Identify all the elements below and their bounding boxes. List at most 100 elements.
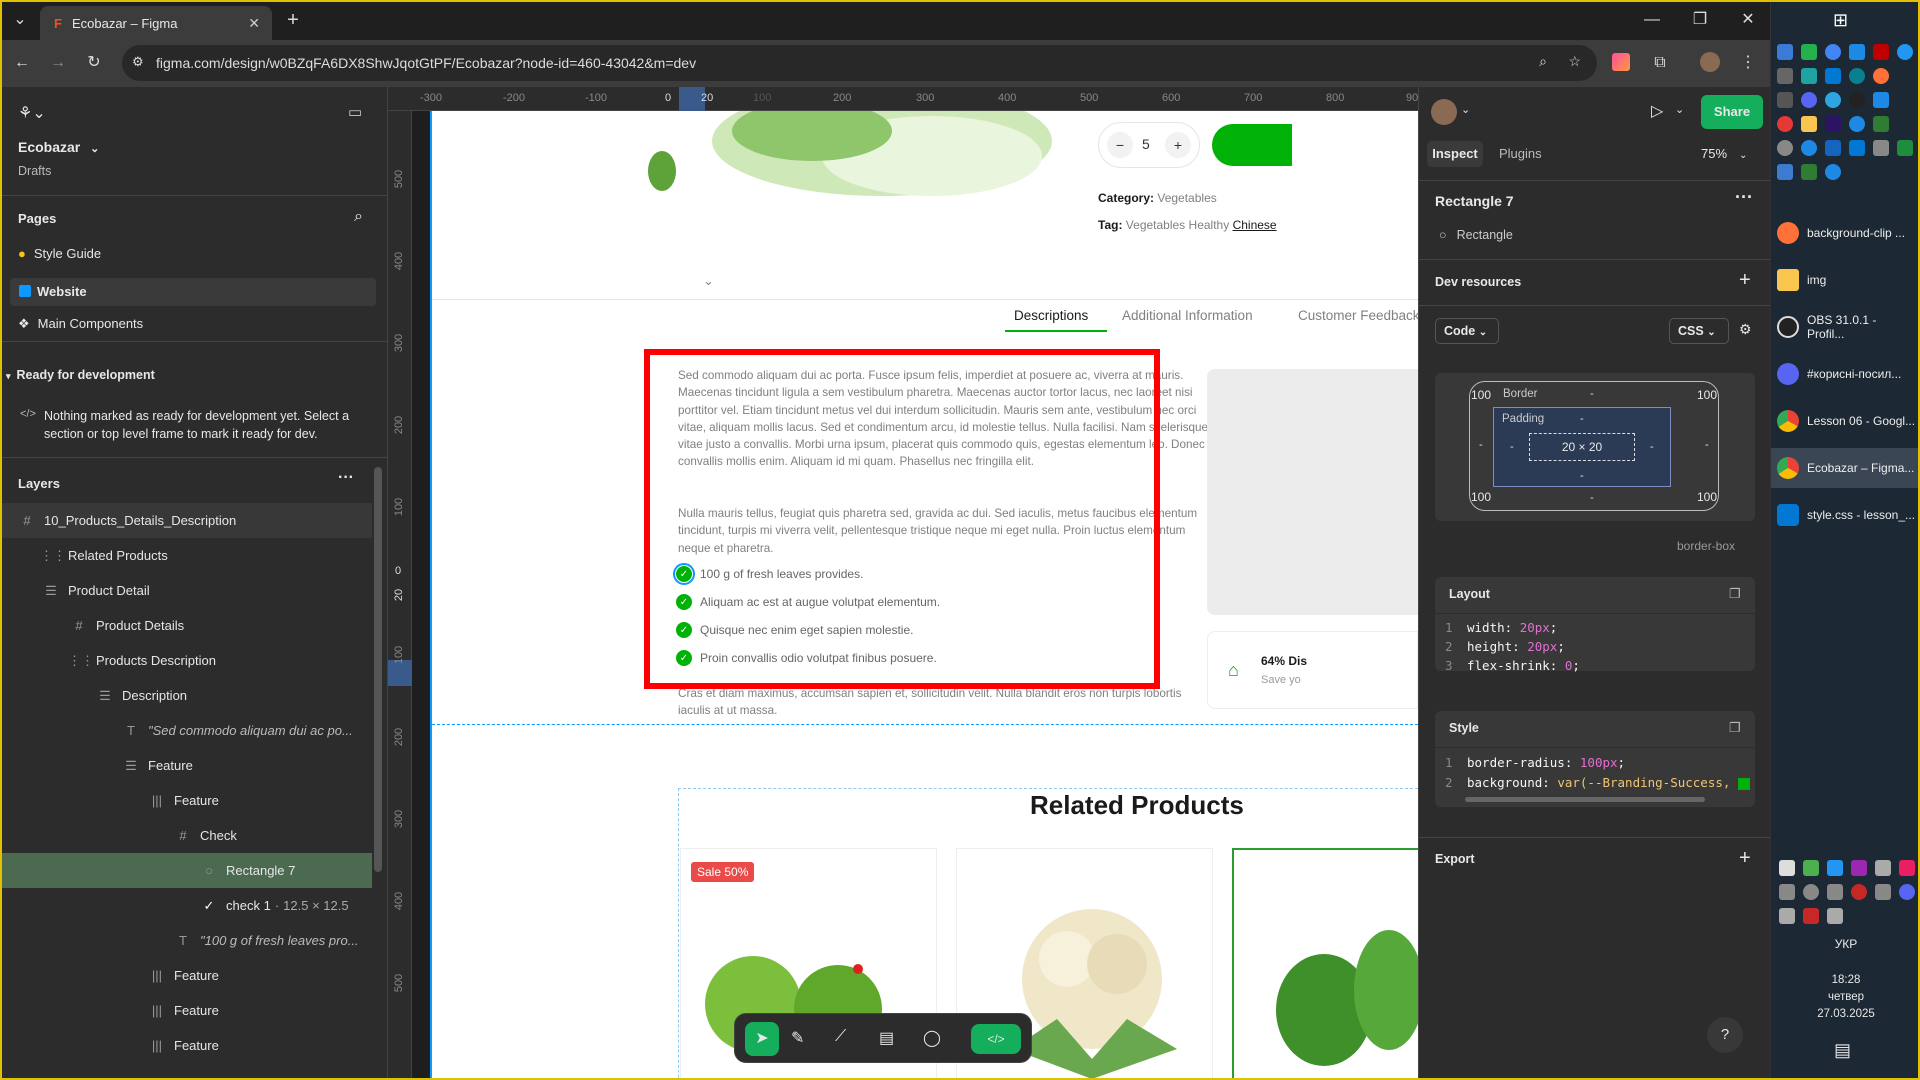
app-icon[interactable] (1777, 92, 1793, 108)
chevron-down-icon[interactable]: ⌄ (1675, 103, 1684, 116)
extensions-puzzle-icon[interactable]: ⧉ (1648, 51, 1672, 75)
taskbar-item-active[interactable]: Ecobazar – Figma... (1771, 448, 1920, 488)
chevron-down-icon[interactable]: ⌄ (1461, 103, 1470, 116)
app-icon[interactable] (1777, 164, 1793, 180)
page-item-main-components[interactable]: ❖ Main Components (18, 316, 143, 332)
layer-row[interactable]: #10_Products_Details_Description (0, 503, 372, 538)
close-tab-icon[interactable]: ✕ (248, 15, 260, 32)
add-to-cart-button[interactable] (1212, 124, 1292, 166)
search-pages-icon[interactable]: ⌕ (354, 208, 363, 226)
app-icon[interactable] (1777, 68, 1793, 84)
settings-sliders-icon[interactable]: ⚙ (1739, 321, 1752, 338)
layer-row[interactable]: ⋮⋮ Related Products (0, 538, 372, 573)
layer-row[interactable]: ||| Feature (0, 958, 372, 993)
taskbar-item[interactable]: img (1777, 260, 1917, 300)
tray-icon[interactable] (1827, 884, 1843, 900)
close-window-icon[interactable]: ✕ (1736, 8, 1760, 32)
back-icon[interactable]: ← (10, 51, 34, 75)
premiere-icon[interactable] (1825, 116, 1841, 132)
tray-icon[interactable] (1803, 908, 1819, 924)
tray-icon[interactable] (1851, 860, 1867, 876)
taskbar-item[interactable]: Lesson 06 - Googl... (1777, 401, 1917, 441)
tray-icon[interactable] (1779, 860, 1795, 876)
taskbar-item[interactable]: style.css - lesson_... (1777, 495, 1917, 535)
tray-icon[interactable] (1827, 860, 1843, 876)
decrease-button[interactable]: − (1107, 132, 1133, 158)
app-icon[interactable] (1897, 44, 1913, 60)
zoom-level[interactable]: 75% ⌄ (1701, 146, 1747, 161)
browser-tab[interactable]: F Ecobazar – Figma ✕ (40, 6, 272, 40)
folder-icon[interactable] (1801, 116, 1817, 132)
site-info-icon[interactable]: ⚙ (132, 54, 144, 70)
copy-icon[interactable]: ❐ (1729, 720, 1741, 736)
zoom-icon[interactable]: ⌕ (1539, 53, 1547, 70)
windows-start-icon[interactable]: ⊞ (1833, 10, 1848, 31)
product-card-hover[interactable] (1232, 848, 1418, 1080)
ready-for-dev-heading[interactable]: ▾ Ready for development (6, 368, 155, 382)
settings-icon[interactable] (1849, 116, 1865, 132)
restore-icon[interactable]: ❐ (1688, 8, 1712, 32)
tray-icon[interactable] (1779, 884, 1795, 900)
layer-row[interactable]: ||| Feature (0, 783, 372, 818)
code-select[interactable]: Code ⌄ (1435, 318, 1499, 344)
tab-additional-info[interactable]: Additional Information (1122, 308, 1253, 323)
edge-icon[interactable] (1849, 68, 1865, 84)
app-icon[interactable] (1849, 44, 1865, 60)
app-icon[interactable] (1873, 116, 1889, 132)
clock-time[interactable]: 18:28 (1771, 974, 1920, 986)
file-name[interactable]: Ecobazar ⌄ (18, 139, 99, 155)
more-options-icon[interactable]: ··· (1735, 187, 1753, 208)
url-field[interactable]: ⚙ figma.com/design/w0BZqFA6DX8ShwJqotGtP… (122, 45, 1597, 81)
taskbar-item[interactable]: background-clip ... (1777, 213, 1917, 253)
app-icon[interactable] (1777, 116, 1793, 132)
app-icon[interactable] (1897, 140, 1913, 156)
copy-icon[interactable]: ❐ (1729, 586, 1741, 602)
chevron-down-icon[interactable]: ⌄ (703, 273, 714, 289)
annotate-tool-icon[interactable]: ▤ (879, 1028, 894, 1048)
dev-mode-toggle[interactable]: </> (971, 1024, 1021, 1054)
page-item-website[interactable]: Website (10, 278, 376, 306)
check-app-icon[interactable] (1801, 164, 1817, 180)
tab-customer-feedback[interactable]: Customer Feedback (1298, 308, 1418, 323)
tray-icon[interactable] (1803, 884, 1819, 900)
forward-icon[interactable]: → (46, 51, 70, 75)
network-icon[interactable] (1779, 908, 1795, 924)
firefox-icon[interactable] (1873, 68, 1889, 84)
comment-tool-icon[interactable]: ◯ (923, 1028, 941, 1048)
layer-row[interactable]: ☰ Product Detail (0, 573, 372, 608)
profile-avatar[interactable] (1700, 52, 1720, 72)
share-button[interactable]: Share (1701, 95, 1763, 129)
tray-icon[interactable] (1851, 884, 1867, 900)
app-icon[interactable] (1825, 140, 1841, 156)
app-icon[interactable] (1825, 68, 1841, 84)
app-icon[interactable] (1777, 44, 1793, 60)
app-icon[interactable] (1801, 140, 1817, 156)
bookmark-star-icon[interactable]: ☆ (1568, 53, 1581, 70)
toggle-sidebar-icon[interactable]: ▭ (348, 103, 362, 121)
layer-row[interactable]: ☰ Description (0, 678, 372, 713)
layer-row[interactable]: T "Sed commodo aliquam dui ac po... (0, 713, 372, 748)
layers-more-icon[interactable]: ··· (338, 469, 354, 487)
filezilla-icon[interactable] (1873, 44, 1889, 60)
obs-icon[interactable] (1849, 92, 1865, 108)
tab-search-icon[interactable]: ⌄ (8, 8, 32, 32)
telegram-icon[interactable] (1825, 92, 1841, 108)
vscode-icon[interactable] (1849, 140, 1865, 156)
quantity-stepper[interactable]: − 5 + (1098, 122, 1200, 168)
add-export-icon[interactable]: + (1739, 847, 1751, 870)
extension-icon[interactable] (1612, 53, 1630, 71)
design-frame[interactable]: ⌄ − 5 + Category: Vegetables Tag: Vegeta… (432, 111, 1418, 1080)
layer-row[interactable]: ||| Feature (0, 1028, 372, 1063)
tab-plugins[interactable]: Plugins (1499, 146, 1542, 161)
app-icon[interactable] (1801, 44, 1817, 60)
layer-row[interactable]: ||| Feature (0, 993, 372, 1028)
help-button[interactable]: ? (1707, 1017, 1743, 1053)
notifications-icon[interactable]: ▤ (1834, 1040, 1851, 1061)
chrome-icon[interactable] (1825, 44, 1841, 60)
volume-icon[interactable] (1827, 908, 1843, 924)
layer-row[interactable]: ⋮⋮ Products Description (0, 643, 372, 678)
layers-scrollbar[interactable] (374, 467, 382, 872)
add-resource-icon[interactable]: + (1739, 269, 1751, 292)
app-icon[interactable] (1777, 140, 1793, 156)
increase-button[interactable]: + (1165, 132, 1191, 158)
